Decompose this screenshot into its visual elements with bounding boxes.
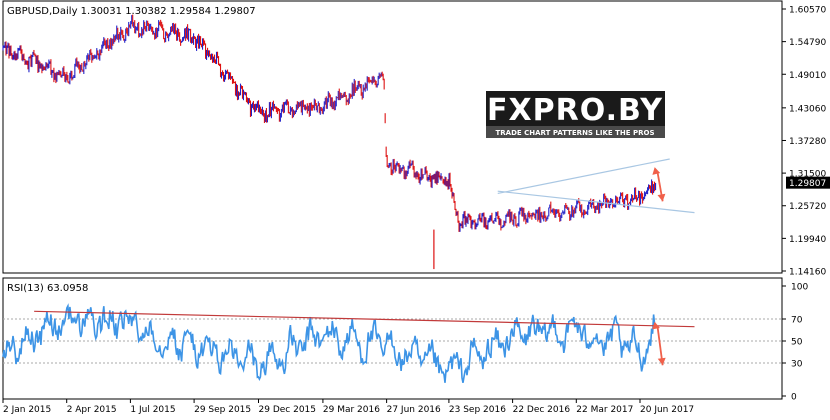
time-tick-label: 23 Sep 2016 xyxy=(449,405,506,415)
chart-canvas: GBPUSD,Daily 1.30031 1.30382 1.29584 1.2… xyxy=(0,0,830,420)
price-axis: 1.605701.547901.490101.430601.372801.315… xyxy=(782,6,826,278)
price-tick-label: 1.43060 xyxy=(789,104,826,114)
time-tick-label: 29 Mar 2016 xyxy=(323,405,380,415)
price-tick-label: 1.60570 xyxy=(789,6,826,16)
time-tick-label: 27 Jun 2016 xyxy=(387,405,441,415)
rsi-tick-label: 50 xyxy=(791,338,803,348)
chart-window: GBPUSD,Daily 1.30031 1.30382 1.29584 1.2… xyxy=(0,0,830,420)
price-tick-label: 1.37280 xyxy=(789,137,826,147)
watermark-tagline: TRADE CHART PATTERNS LIKE THE PROS xyxy=(496,129,655,137)
time-tick-label: 1 Jul 2015 xyxy=(130,405,175,415)
time-tick-label: 29 Sep 2015 xyxy=(194,405,251,415)
time-tick-label: 20 Jun 2017 xyxy=(640,405,694,415)
price-tick-label: 1.54790 xyxy=(789,38,826,48)
fxpro-watermark: FXPRO.BY TRADE CHART PATTERNS LIKE THE P… xyxy=(486,91,665,138)
rsi-tick-label: 30 xyxy=(791,360,803,370)
time-tick-label: 2 Jan 2015 xyxy=(3,405,51,415)
chart-background xyxy=(0,0,830,420)
time-tick-label: 29 Dec 2015 xyxy=(259,405,317,415)
rsi-tick-label: 0 xyxy=(791,393,797,403)
watermark-brand: FXPRO.BY xyxy=(487,93,663,128)
rsi-tick-label: 100 xyxy=(791,283,808,293)
time-tick-label: 22 Dec 2016 xyxy=(513,405,571,415)
rsi-tick-label: 70 xyxy=(791,316,803,326)
rsi-header: RSI(13) 63.0958 xyxy=(7,283,88,294)
price-tick-label: 1.14160 xyxy=(789,268,826,278)
current-price-label: 1.29807 xyxy=(789,179,826,189)
price-tick-label: 1.49010 xyxy=(789,71,826,81)
price-tick-label: 1.19940 xyxy=(789,235,826,245)
price-tick-label: 1.25720 xyxy=(789,202,826,212)
current-price-tag: 1.29807 xyxy=(786,176,830,189)
time-tick-label: 22 Mar 2017 xyxy=(576,405,633,415)
time-tick-label: 2 Apr 2015 xyxy=(67,405,117,415)
